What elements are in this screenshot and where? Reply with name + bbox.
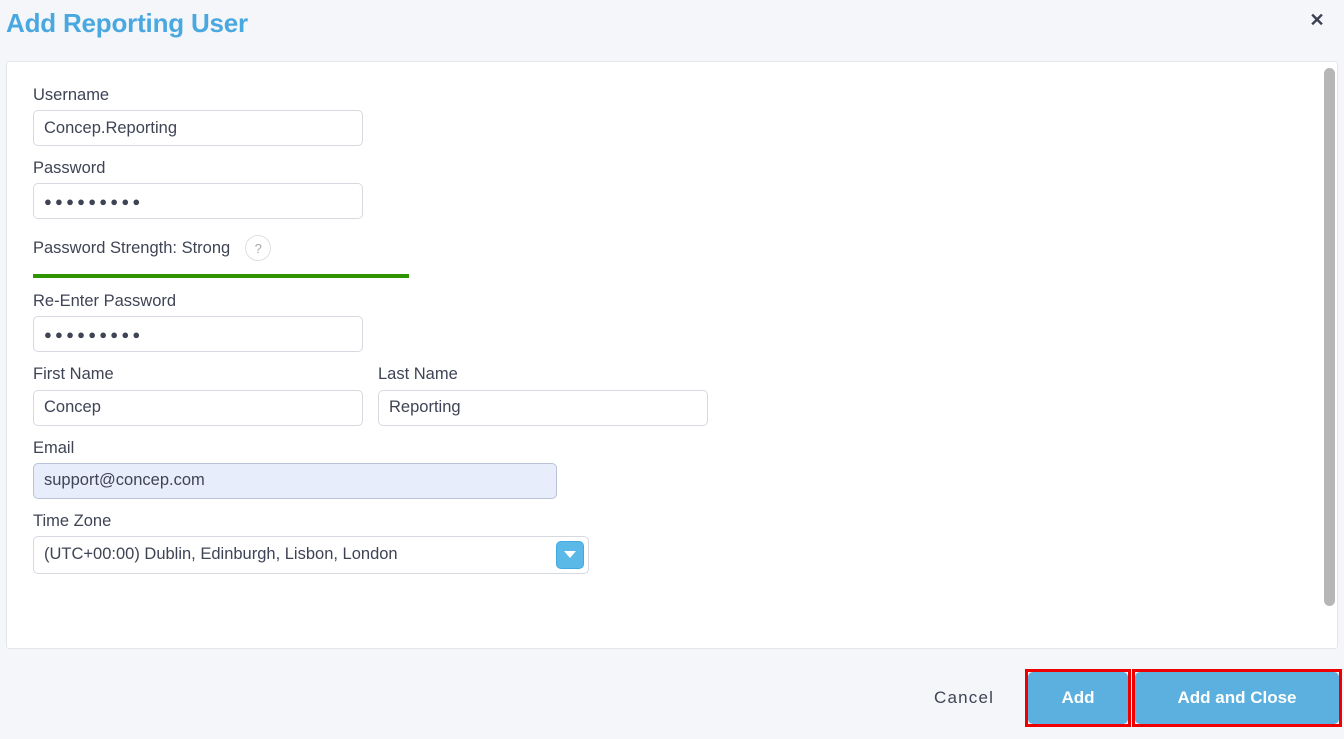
add-button[interactable]: Add [1028, 672, 1128, 724]
time-zone-select[interactable]: (UTC+00:00) Dublin, Edinburgh, Lisbon, L… [33, 535, 589, 574]
reenter-password-label: Re-Enter Password [33, 292, 177, 311]
email-field-group: Email support@concep.com [33, 439, 1317, 499]
time-zone-label: Time Zone [33, 511, 112, 530]
add-and-close-button[interactable]: Add and Close [1135, 672, 1339, 724]
page-title: Add Reporting User [6, 8, 248, 38]
last-name-field-group: Last Name Reporting [378, 365, 708, 426]
reenter-password-input[interactable]: ●●●●●●●●● [33, 316, 363, 353]
user-form: Username Concep.Reporting Password ●●●●●… [7, 62, 1317, 648]
first-name-field-group: First Name Concep [33, 365, 363, 426]
cancel-button[interactable]: Cancel [934, 688, 994, 708]
reenter-password-field-group: Re-Enter Password ●●●●●●●●● [33, 292, 1317, 353]
username-input[interactable]: Concep.Reporting [33, 110, 363, 147]
help-icon[interactable]: ? [245, 235, 272, 262]
chevron-down-icon[interactable] [556, 540, 584, 569]
password-strength-bar-fill [33, 274, 409, 279]
username-field-group: Username Concep.Reporting [33, 86, 1317, 147]
first-name-label: First Name [33, 365, 114, 384]
dialog-header: Add Reporting User ✕ [0, 0, 1344, 52]
email-label: Email [33, 438, 75, 457]
email-field[interactable]: support@concep.com [33, 462, 557, 499]
scrollbar-thumb[interactable] [1324, 68, 1335, 606]
password-strength-row: Password Strength: Strong ? [33, 235, 1317, 262]
time-zone-field-group: Time Zone (UTC+00:00) Dublin, Edinburgh,… [33, 512, 1317, 574]
dialog-content-panel: Username Concep.Reporting Password ●●●●●… [6, 61, 1338, 649]
username-label: Username [33, 86, 110, 104]
name-row: First Name Concep Last Name Reporting [33, 365, 1317, 426]
last-name-input[interactable]: Reporting [378, 389, 708, 426]
password-label: Password [33, 159, 106, 178]
reenter-password-masked-value: ●●●●●●●●● [44, 326, 144, 342]
password-strength-label: Password Strength: Strong [33, 238, 231, 257]
close-icon[interactable]: ✕ [1300, 4, 1334, 36]
first-name-input[interactable]: Concep [33, 389, 363, 426]
time-zone-selected-value: (UTC+00:00) Dublin, Edinburgh, Lisbon, L… [44, 545, 398, 564]
password-masked-value: ●●●●●●●●● [44, 193, 144, 209]
password-field-group: Password ●●●●●●●●● [33, 159, 1317, 220]
password-strength-section: Password Strength: Strong ? [33, 235, 1317, 279]
last-name-label: Last Name [378, 365, 458, 384]
password-input[interactable]: ●●●●●●●●● [33, 183, 363, 220]
add-reporting-user-dialog: Add Reporting User ✕ Username Concep.Rep… [0, 0, 1344, 739]
password-strength-bar [33, 274, 409, 279]
